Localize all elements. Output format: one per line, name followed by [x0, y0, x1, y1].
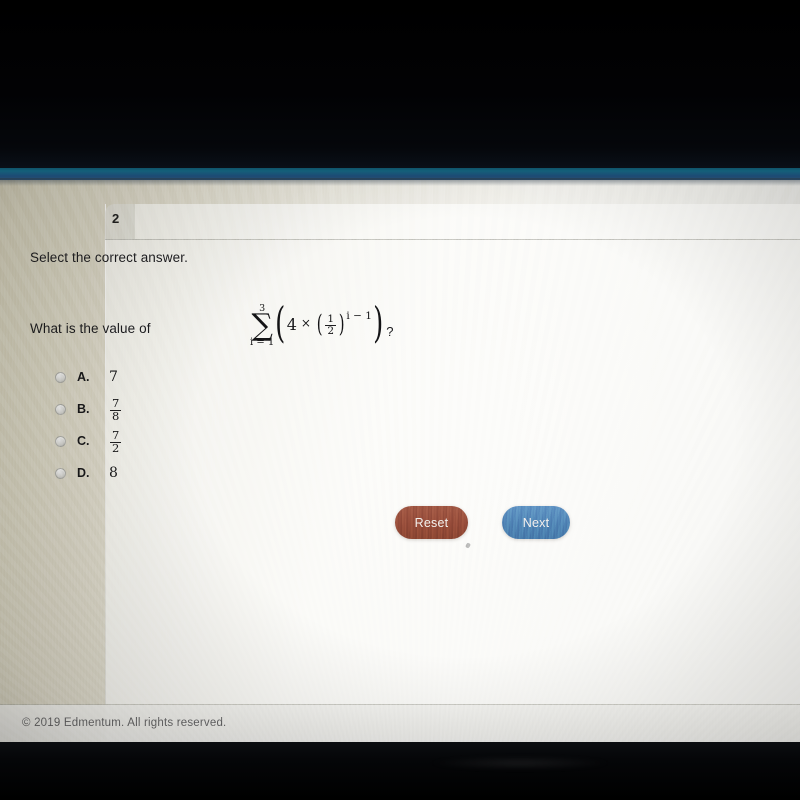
answer-option-c[interactable]: C. 7 2 [55, 425, 122, 457]
monitor-bezel-reflection [430, 756, 610, 770]
option-denominator: 2 [110, 440, 122, 455]
question-mark: ? [386, 323, 394, 339]
option-value: 7 8 [109, 397, 122, 421]
base-numerator: 1 [327, 313, 334, 326]
option-fraction: 7 2 [110, 428, 122, 455]
monitor-screen: 2 Select the correct answer. What is the… [0, 176, 800, 744]
question-number-tab[interactable] [105, 204, 135, 239]
sum-lower-limit: i = 1 [250, 337, 275, 349]
base-denominator: 2 [325, 324, 336, 337]
formula-exponent: i − 1 [346, 310, 372, 323]
radio-button-icon[interactable] [55, 403, 66, 415]
option-value: 7 2 [109, 429, 122, 453]
base-open-paren: ( [316, 309, 323, 338]
option-value: 8 [109, 465, 118, 481]
option-fraction: 7 8 [110, 396, 122, 423]
monitor-bezel-bottom [0, 742, 800, 800]
browser-chrome-shadow [0, 178, 800, 186]
option-letter: D. [77, 466, 90, 480]
sigma-icon: ∑ [251, 307, 273, 343]
option-letter: B. [77, 402, 90, 416]
header-divider [105, 239, 800, 240]
question-lead-text: What is the value of [30, 321, 151, 336]
instruction-text: Select the correct answer. [30, 250, 188, 265]
answer-options-list: A. 7 B. 7 8 C. 7 2 D. 8 [55, 361, 122, 489]
option-letter: C. [77, 434, 90, 448]
answer-option-b[interactable]: B. 7 8 [55, 393, 122, 425]
reset-button[interactable]: Reset [395, 506, 468, 539]
question-text-row: What is the value of [30, 321, 151, 336]
answer-option-a[interactable]: A. 7 [55, 361, 122, 393]
base-fraction: 1 2 [325, 314, 336, 336]
option-numerator: 7 [112, 396, 120, 410]
copyright-text: © 2019 Edmentum. All rights reserved. [22, 717, 227, 729]
base-close-paren: ) [338, 309, 345, 338]
action-button-row: Reset Next [395, 506, 570, 539]
summation-formula: 3 ∑ i = 1 ( 4 × ( 1 2 ) i − 1 ) ? [250, 298, 394, 348]
answer-option-d[interactable]: D. 8 [55, 457, 122, 489]
formula-open-paren: ( [275, 298, 286, 348]
radio-button-icon[interactable] [55, 371, 66, 383]
formula-close-paren: ) [373, 298, 384, 348]
radio-button-icon[interactable] [55, 467, 66, 479]
formula-coefficient: 4 [286, 314, 297, 334]
question-card [105, 204, 800, 744]
option-letter: A. [77, 370, 90, 384]
monitor-bezel-top [0, 0, 800, 168]
option-value: 7 [109, 369, 118, 385]
summation-operator: 3 ∑ i = 1 [250, 304, 274, 348]
radio-button-icon[interactable] [55, 435, 66, 447]
multiplication-sign: × [300, 316, 311, 331]
option-numerator: 7 [112, 428, 120, 442]
monitor-photo: 2 Select the correct answer. What is the… [0, 0, 800, 800]
question-number-label: 2 [112, 211, 120, 226]
option-denominator: 8 [110, 408, 122, 423]
next-button[interactable]: Next [502, 506, 570, 539]
